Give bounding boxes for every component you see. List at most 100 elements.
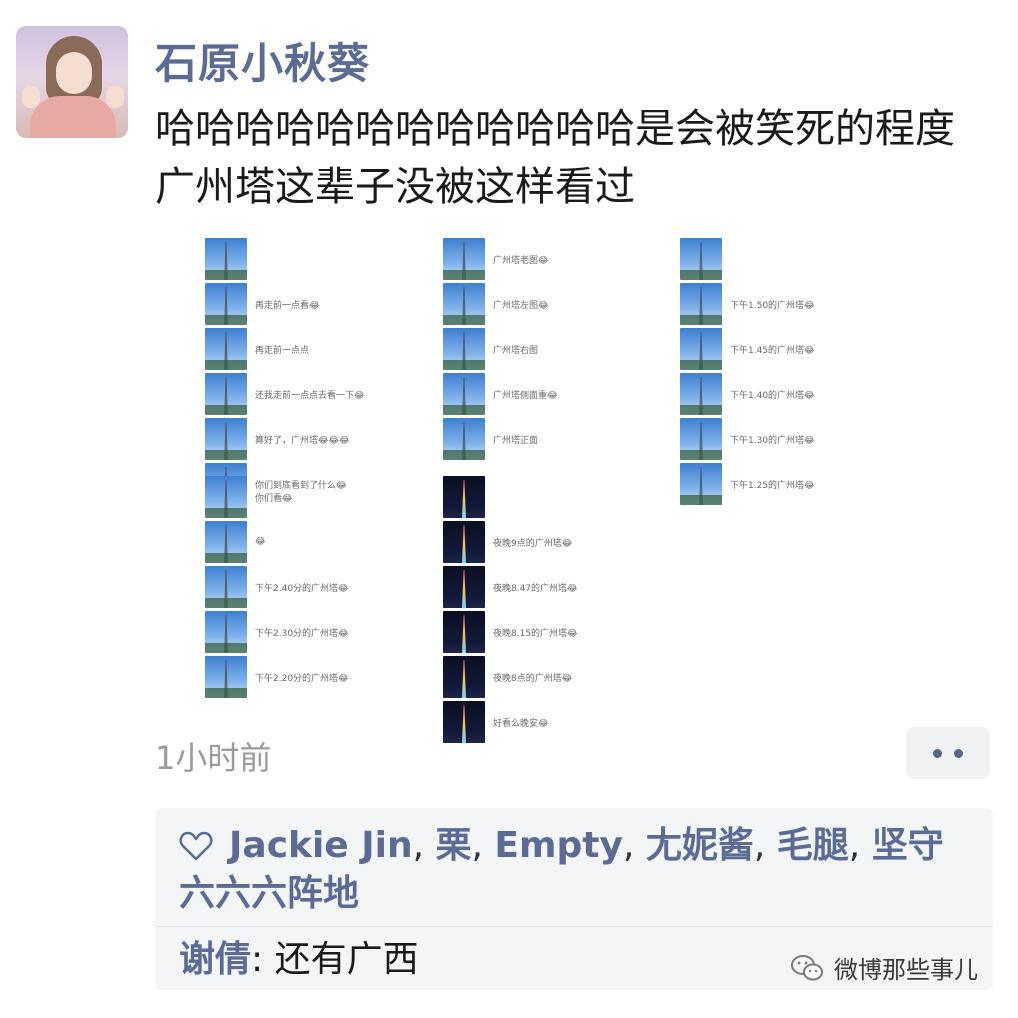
thumbnail-row[interactable]: 广州塔正面 <box>443 418 538 460</box>
thumbnail-caption: 夜晚8.47的广州塔😂 <box>493 583 578 594</box>
tower-thumbnail-image[interactable] <box>205 238 247 280</box>
tower-thumbnail-image[interactable] <box>443 418 485 460</box>
more-dot-icon <box>933 748 942 758</box>
thumbnail-caption: 😂 <box>255 537 266 547</box>
thumbnail-row[interactable]: 下午2.40分的广州塔😂 <box>205 566 349 608</box>
thumbnail-row[interactable]: 还我走前一点点去看一下😂 <box>205 373 365 415</box>
divider <box>155 926 993 927</box>
thumbnail-caption: 下午1.25的广州塔😂 <box>730 480 815 491</box>
more-button[interactable] <box>906 727 990 779</box>
tower-thumbnail-image[interactable] <box>443 328 485 370</box>
thumbnail-row[interactable]: 下午1.45的广州塔😂 <box>680 328 815 370</box>
thumbnail-row[interactable] <box>680 238 730 280</box>
tower-thumbnail-image[interactable] <box>443 566 485 608</box>
tower-thumbnail-image[interactable] <box>443 701 485 743</box>
tower-thumbnail-image[interactable] <box>443 521 485 563</box>
thumbnail-row[interactable]: 下午1.50的广州塔😂 <box>680 283 815 325</box>
tower-thumbnail-image[interactable] <box>205 418 247 460</box>
tower-thumbnail-image[interactable] <box>680 373 722 415</box>
thumbnail-row[interactable] <box>205 238 255 280</box>
thumbnail-row[interactable]: 夜晚8点的广州塔😂 <box>443 656 572 698</box>
thumbnail-caption: 下午1.40的广州塔😂 <box>730 390 815 401</box>
thumbnail-row[interactable] <box>443 476 493 518</box>
trees-shape <box>680 495 722 505</box>
tower-thumbnail-image[interactable] <box>205 328 247 370</box>
thumbnail-row[interactable]: 再走前一点看😂 <box>205 283 320 325</box>
thumbnail-caption: 广州塔正面 <box>493 435 539 446</box>
thumbnail-row[interactable]: 下午1.30的广州塔😂 <box>680 418 815 460</box>
tower-thumbnail-image[interactable] <box>205 656 247 698</box>
thumbnail-row[interactable]: 广州塔老图😂 <box>443 238 549 280</box>
author-name[interactable]: 石原小秋葵 <box>155 30 370 91</box>
thumbnail-row[interactable]: 夜晚8.15的广州塔😂 <box>443 611 578 653</box>
thumbnail-caption: 下午1.30的广州塔😂 <box>730 435 815 446</box>
thumbnail-row[interactable]: 再走前一点点 <box>205 328 309 370</box>
tower-thumbnail-image[interactable] <box>205 476 247 518</box>
thumbnail-row[interactable]: 广州塔侧面重😂 <box>443 373 558 415</box>
trees-shape <box>680 315 722 325</box>
tower-thumbnail-image[interactable] <box>205 521 247 563</box>
likes-list: Jackie Jin, 栗, Empty, 尢妮酱, 毛腿, 坚守六六六阵地 <box>179 822 979 918</box>
like-user-name[interactable]: 栗 <box>436 825 472 866</box>
tower-thumbnail-image[interactable] <box>443 476 485 518</box>
thumbnail-caption: 夜晚9点的广州塔😂 <box>493 538 573 549</box>
thumbnail-caption: 下午2.20分的广州塔😂 <box>255 673 349 684</box>
avatar[interactable] <box>16 26 128 138</box>
thumbnail-caption: 夜晚8.15的广州塔😂 <box>493 628 578 639</box>
tower-thumbnail-image[interactable] <box>205 283 247 325</box>
trees-shape <box>205 405 247 415</box>
tower-thumbnail-image[interactable] <box>443 238 485 280</box>
like-user-name[interactable]: Empty <box>494 825 623 866</box>
trees-shape <box>680 405 722 415</box>
comment-colon: : <box>251 939 275 980</box>
trees-shape <box>443 450 485 460</box>
trees-shape <box>443 270 485 280</box>
tower-thumbnail-image[interactable] <box>443 611 485 653</box>
tower-shape <box>462 570 466 608</box>
avatar-hand-left <box>22 86 40 108</box>
tower-thumbnail-image[interactable] <box>680 238 722 280</box>
like-separator: , <box>471 825 495 866</box>
trees-shape <box>443 315 485 325</box>
thumbnail-row[interactable]: 夜晚9点的广州塔😂 <box>443 521 572 563</box>
tower-thumbnail-image[interactable] <box>205 373 247 415</box>
thumbnail-caption: 广州塔右图 <box>493 345 539 356</box>
like-user-name[interactable]: 尢妮酱 <box>646 825 754 866</box>
comment[interactable]: 谢倩: 还有广西 <box>179 934 419 986</box>
thumbnail-caption: 再走前一点看😂 <box>255 300 320 311</box>
tower-thumbnail-image[interactable] <box>680 328 722 370</box>
comment-author[interactable]: 谢倩 <box>179 939 251 980</box>
wechat-icon <box>791 954 823 980</box>
thumbnail-row[interactable]: 下午1.25的广州塔😂 <box>680 463 815 505</box>
thumbnail-row[interactable]: 夜晚8.47的广州塔😂 <box>443 566 578 608</box>
tower-thumbnail-image[interactable] <box>443 373 485 415</box>
tower-thumbnail-image[interactable] <box>680 283 722 325</box>
more-dot-icon <box>954 748 963 758</box>
trees-shape <box>680 360 722 370</box>
tower-thumbnail-image[interactable] <box>443 656 485 698</box>
thumbnail-row[interactable]: 好看么晚安😂 <box>443 701 549 743</box>
thumbnail-row[interactable]: 广州塔右图 <box>443 328 538 370</box>
thumbnail-row[interactable]: 算好了，广州塔😂😂😂 <box>205 418 350 460</box>
thumbnail-row[interactable]: 下午1.40的广州塔😂 <box>680 373 815 415</box>
tower-thumbnail-image[interactable] <box>443 283 485 325</box>
trees-shape <box>205 688 247 698</box>
tower-thumbnail-image[interactable] <box>680 418 722 460</box>
thumbnail-row[interactable]: 下午2.20分的广州塔😂 <box>205 656 349 698</box>
avatar-hand-right <box>106 86 124 108</box>
like-user-name[interactable]: 毛腿 <box>777 825 849 866</box>
thumbnail-row[interactable]: 😂 <box>205 521 266 563</box>
tower-thumbnail-image[interactable] <box>205 566 247 608</box>
thumbnail-row[interactable]: 你们看😂 <box>205 476 293 518</box>
trees-shape <box>205 508 247 518</box>
thumbnail-caption: 下午1.45的广州塔😂 <box>730 345 815 356</box>
like-user-name[interactable]: Jackie Jin <box>229 825 413 866</box>
trees-shape <box>680 450 722 460</box>
trees-shape <box>205 598 247 608</box>
tower-thumbnail-image[interactable] <box>205 611 247 653</box>
thumbnail-caption: 好看么晚安😂 <box>493 718 549 729</box>
thumbnail-row[interactable]: 下午2.30分的广州塔😂 <box>205 611 349 653</box>
thumbnail-row[interactable]: 广州塔左图😂 <box>443 283 549 325</box>
avatar-sweater <box>30 96 116 138</box>
tower-thumbnail-image[interactable] <box>680 463 722 505</box>
